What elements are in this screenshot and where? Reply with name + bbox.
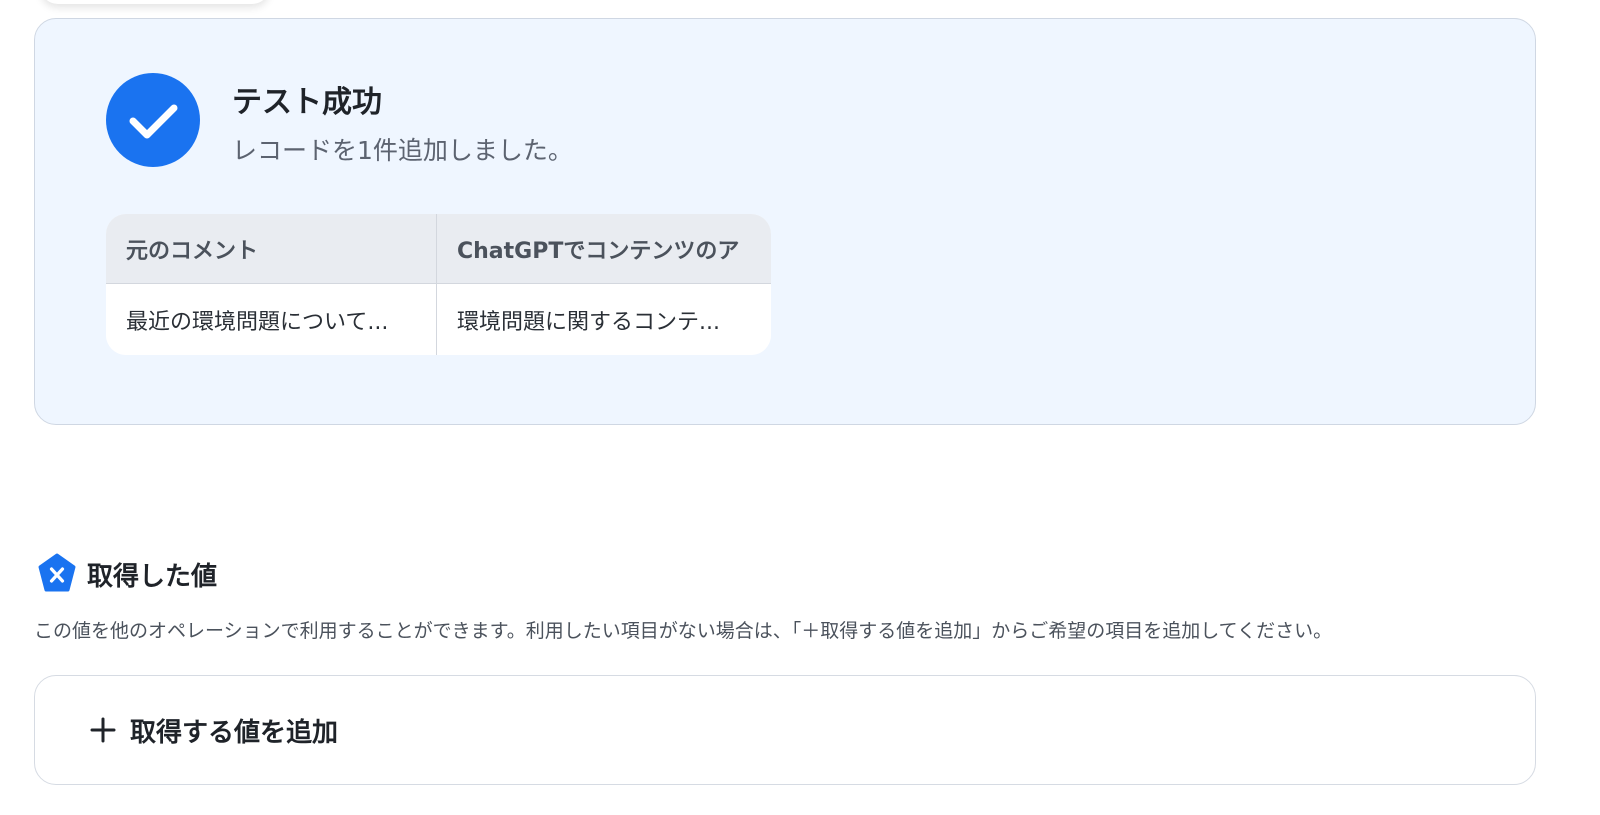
plus-icon [90,717,116,743]
table-row: 最近の環境問題について... 環境問題に関するコンテ... [106,284,771,355]
column-header-original-comment: 元のコメント [106,214,437,283]
check-circle-icon [106,73,200,167]
add-value-button[interactable]: 取得する値を追加 [34,675,1536,785]
previous-card-edge [40,0,270,4]
values-section-title: 取得した値 [87,561,218,592]
column-header-chatgpt-content: ChatGPTでコンテンツのア [457,238,740,264]
table-cell-original-comment: 最近の環境問題について... [106,284,437,355]
test-result-panel: テスト成功 レコードを1件追加しました。 元のコメント ChatGPTでコンテン… [34,18,1536,425]
values-section-description: この値を他のオペレーションで利用することができます。利用したい項目がない場合は、… [34,620,1333,642]
values-section-header: 取得した値 [37,553,217,595]
record-table: 元のコメント ChatGPTでコンテンツのア 最近の環境問題について... 環境… [106,214,771,355]
variable-x-icon [37,553,77,595]
result-title: テスト成功 [232,85,382,120]
add-value-label: 取得する値を追加 [130,717,339,748]
table-header-row: 元のコメント ChatGPTでコンテンツのア [106,214,771,284]
result-message: レコードを1件追加しました。 [232,136,573,165]
table-cell-chatgpt-content: 環境問題に関するコンテ... [457,309,720,335]
